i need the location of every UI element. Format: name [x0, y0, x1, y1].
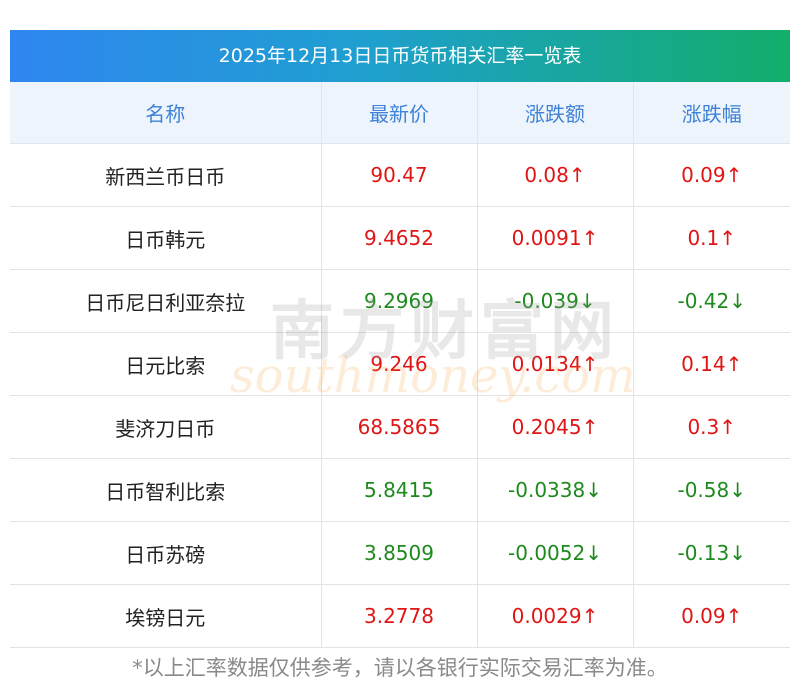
cell-change: 0.0091↑	[476, 206, 633, 270]
cell-percent: -0.58↓	[632, 458, 790, 522]
cell-name: 新西兰币日币	[10, 143, 321, 207]
cell-name: 日币韩元	[10, 206, 321, 270]
cell-price: 9.4652	[320, 206, 477, 270]
cell-price: 3.8509	[320, 521, 477, 585]
table-row: 日元比索 9.246 0.0134↑ 0.14↑	[10, 332, 790, 396]
cell-name: 日币尼日利亚奈拉	[10, 269, 321, 333]
table-row: 新西兰币日币 90.47 0.08↑ 0.09↑	[10, 143, 790, 207]
table-row: 日币苏磅 3.8509 -0.0052↓ -0.13↓	[10, 521, 790, 585]
cell-price: 9.246	[320, 332, 477, 396]
cell-price: 90.47	[320, 143, 477, 207]
cell-change: 0.2045↑	[476, 395, 633, 459]
cell-name: 日元比索	[10, 332, 321, 396]
cell-change: 0.08↑	[476, 143, 633, 207]
header-percent: 涨跌幅	[632, 82, 790, 144]
cell-percent: 0.14↑	[632, 332, 790, 396]
footnote: *以上汇率数据仅供参考，请以各银行实际交易汇率为准。	[132, 656, 668, 680]
cell-price: 9.2969	[320, 269, 477, 333]
cell-percent: -0.13↓	[632, 521, 790, 585]
cell-percent: 0.09↑	[632, 584, 790, 648]
cell-change: -0.039↓	[476, 269, 633, 333]
table-title: 2025年12月13日日币货币相关汇率一览表	[10, 30, 790, 82]
cell-change: 0.0134↑	[476, 332, 633, 396]
header-price: 最新价	[320, 82, 477, 144]
table-row: 日币韩元 9.4652 0.0091↑ 0.1↑	[10, 206, 790, 270]
cell-change: -0.0338↓	[476, 458, 633, 522]
cell-price: 3.2778	[320, 584, 477, 648]
cell-price: 5.8415	[320, 458, 477, 522]
table-row: 日币智利比索 5.8415 -0.0338↓ -0.58↓	[10, 458, 790, 522]
rate-table-container: 2025年12月13日日币货币相关汇率一览表 名称 最新价 涨跌额 涨跌幅 新西…	[10, 30, 790, 648]
table-row: 斐济刀日币 68.5865 0.2045↑ 0.3↑	[10, 395, 790, 459]
cell-price: 68.5865	[320, 395, 477, 459]
rate-table: 名称 最新价 涨跌额 涨跌幅 新西兰币日币 90.47 0.08↑ 0.09↑ 日币韩元…	[10, 82, 790, 648]
cell-percent: -0.42↓	[632, 269, 790, 333]
cell-percent: 0.09↑	[632, 143, 790, 207]
table-row: 日币尼日利亚奈拉 9.2969 -0.039↓ -0.42↓	[10, 269, 790, 333]
cell-name: 埃镑日元	[10, 584, 321, 648]
cell-percent: 0.3↑	[632, 395, 790, 459]
cell-change: 0.0029↑	[476, 584, 633, 648]
header-row: 名称 最新价 涨跌额 涨跌幅	[10, 82, 790, 144]
header-change: 涨跌额	[476, 82, 633, 144]
table-row: 埃镑日元 3.2778 0.0029↑ 0.09↑	[10, 584, 790, 648]
header-name: 名称	[10, 82, 321, 144]
cell-name: 日币智利比索	[10, 458, 321, 522]
cell-change: -0.0052↓	[476, 521, 633, 585]
cell-name: 日币苏磅	[10, 521, 321, 585]
cell-name: 斐济刀日币	[10, 395, 321, 459]
cell-percent: 0.1↑	[632, 206, 790, 270]
